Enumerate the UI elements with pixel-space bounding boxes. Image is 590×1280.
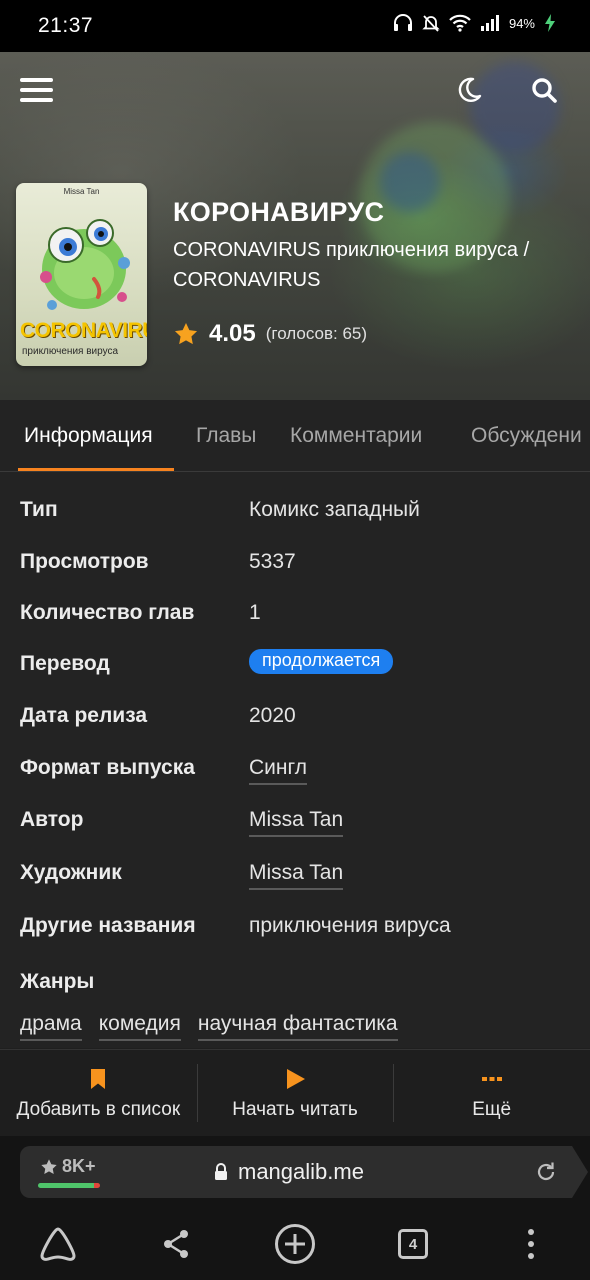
tabs-button[interactable]: 4: [391, 1222, 435, 1266]
genre-link[interactable]: комедия: [98, 1012, 181, 1041]
format-link[interactable]: Сингл: [249, 756, 307, 785]
cover-author: Missa Tan: [63, 187, 100, 196]
more-dots-icon: [481, 1077, 502, 1081]
info-label: Количество глав: [20, 601, 195, 624]
info-value: приключения вируса: [249, 914, 451, 937]
rating-votes: (голосов: 65): [265, 324, 368, 343]
virus-character-art: [40, 219, 130, 310]
url-domain: mangalib.me: [214, 1159, 364, 1185]
tab-discussions[interactable]: Обсуждени: [471, 424, 582, 448]
tabs-count: 4: [398, 1229, 428, 1259]
share-icon: [164, 1230, 188, 1258]
site-reviews-count: 8K+: [62, 1156, 96, 1176]
search-icon[interactable]: [530, 76, 558, 104]
tab-chapters[interactable]: Главы: [196, 424, 256, 448]
info-row-release: Дата релиза 2020: [0, 704, 590, 756]
info-label: Дата релиза: [20, 704, 148, 727]
start-reading-label: Начать читать: [232, 1099, 358, 1120]
status-time: 21:37: [38, 14, 94, 37]
info-value: 1: [249, 601, 261, 624]
hero-banner: Missa Tan CORONAVIRUS приключения вируса…: [0, 52, 590, 400]
info-row-type: Тип Комикс западный: [0, 498, 590, 550]
info-row-format: Формат выпуска Сингл: [0, 756, 590, 808]
manga-title: КОРОНАВИРУС: [173, 197, 385, 227]
menu-icon: [20, 78, 53, 82]
domain-text: mangalib.me: [238, 1159, 364, 1184]
info-row-other-names: Другие названия приключения вируса: [0, 914, 590, 966]
site-rating-bar: [38, 1183, 100, 1188]
home-button[interactable]: [36, 1222, 80, 1266]
artist-link[interactable]: Missa Tan: [249, 861, 344, 890]
manga-alt-title: CORONAVIRUS приключения вируса / CORONAV…: [173, 239, 530, 291]
share-button[interactable]: [154, 1222, 198, 1266]
action-bar: Добавить в список Начать читать Ещё: [0, 1049, 590, 1136]
add-to-list-button[interactable]: Добавить в список: [0, 1050, 197, 1136]
genres-list: драма комедия научная фантастика: [20, 1012, 398, 1041]
status-icons: 94%: [393, 14, 556, 32]
plus-circle-icon: [275, 1224, 315, 1264]
info-label: Просмотров: [20, 550, 149, 573]
browser-home-icon: [40, 1227, 76, 1261]
author-link[interactable]: Missa Tan: [249, 808, 344, 837]
battery-charging-icon: [545, 14, 555, 32]
star-icon: [41, 1158, 57, 1174]
reload-icon[interactable]: [534, 1160, 558, 1184]
genres-label: Жанры: [20, 970, 95, 993]
signal-icon: [480, 15, 499, 31]
browser-nav-bar: 4: [0, 1208, 590, 1280]
bookmark-icon: [91, 1069, 106, 1089]
info-label: Другие названия: [20, 914, 196, 937]
genre-link[interactable]: научная фантастика: [197, 1012, 398, 1041]
info-label: Автор: [20, 808, 84, 831]
tab-bar: Информация Главы Комментарии Обсуждени: [0, 400, 590, 472]
site-rating[interactable]: 8K+: [40, 1156, 96, 1177]
info-row-chapters: Количество глав 1: [0, 601, 590, 653]
status-bar: 21:37 94%: [0, 0, 590, 52]
info-label: Художник: [20, 861, 122, 884]
tab-comments[interactable]: Комментарии: [290, 424, 422, 448]
browser-bar: 8K+ mangalib.me: [0, 1136, 590, 1208]
rating[interactable]: 4.05 (голосов: 65): [173, 320, 367, 348]
add-to-list-label: Добавить в список: [16, 1099, 181, 1120]
more-vertical-icon: [528, 1229, 534, 1259]
moon-icon[interactable]: [455, 76, 483, 104]
start-reading-button[interactable]: Начать читать: [196, 1050, 394, 1136]
info-value: 2020: [249, 704, 296, 727]
notifications-off-icon: [422, 15, 440, 32]
lock-icon: [215, 1163, 227, 1180]
battery-percent: 94%: [508, 15, 535, 31]
status-badge: продолжается: [249, 649, 394, 674]
star-icon: [174, 322, 198, 345]
play-icon: [287, 1069, 305, 1089]
active-tab-indicator: [18, 468, 174, 471]
browser-menu-button[interactable]: [509, 1222, 553, 1266]
info-panel: Тип Комикс западный Просмотров 5337 Коли…: [0, 472, 590, 1048]
more-label: Ещё: [472, 1099, 512, 1120]
info-row-artist: Художник Missa Tan: [0, 861, 590, 913]
headphones-icon: [393, 14, 412, 31]
info-row-translation: Перевод продолжается: [0, 649, 590, 704]
info-value: 5337: [249, 550, 296, 573]
info-value: Комикс западный: [249, 498, 420, 521]
wifi-icon: [449, 14, 471, 32]
cover-image[interactable]: Missa Tan CORONAVIRUS приключения вируса: [16, 183, 147, 366]
more-button[interactable]: Ещё: [393, 1050, 590, 1136]
rating-score: 4.05: [209, 320, 256, 347]
cover-subtitle: приключения вируса: [22, 346, 119, 357]
info-label: Тип: [20, 498, 58, 521]
info-row-author: Автор Missa Tan: [0, 808, 590, 860]
menu-button[interactable]: [20, 78, 53, 102]
cover-title: CORONAVIRUS: [20, 319, 147, 342]
genre-link[interactable]: драма: [20, 1012, 82, 1041]
info-label: Перевод: [20, 652, 110, 675]
address-bar[interactable]: 8K+ mangalib.me: [20, 1146, 588, 1198]
info-row-views: Просмотров 5337: [0, 550, 590, 602]
info-label: Формат выпуска: [20, 756, 195, 779]
tab-information[interactable]: Информация: [24, 424, 153, 448]
new-tab-button[interactable]: [273, 1222, 317, 1266]
